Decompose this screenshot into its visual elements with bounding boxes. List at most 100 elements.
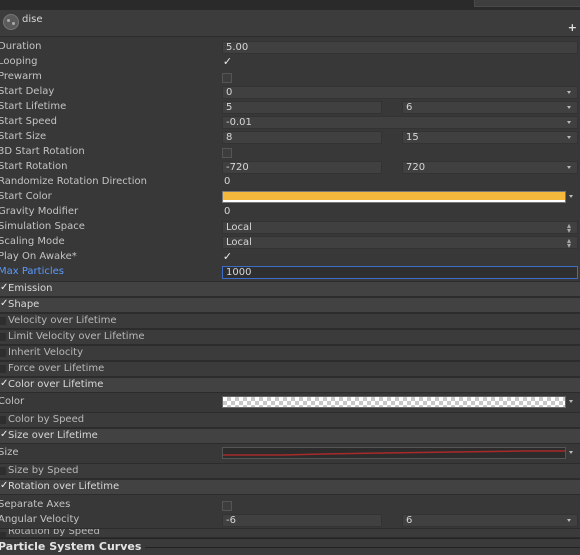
color-gradient-field[interactable] bbox=[222, 396, 566, 408]
start-size-max-field[interactable]: 15 bbox=[402, 131, 578, 144]
up-down-arrows-icon: ▴ ▾ bbox=[566, 236, 571, 250]
prop-start-delay: Start Delay 0 bbox=[0, 85, 580, 100]
module-checkbox[interactable] bbox=[0, 317, 6, 325]
gravity-modifier-value[interactable]: 0 bbox=[224, 206, 230, 217]
add-icon[interactable]: + bbox=[568, 21, 577, 34]
start-color-swatch[interactable] bbox=[222, 191, 566, 203]
angular-velocity-max-field[interactable]: 6 bbox=[402, 514, 578, 527]
scaling-mode-select[interactable]: Local ▴ ▾ bbox=[222, 236, 578, 250]
start-size-min-field[interactable]: 8 bbox=[222, 131, 382, 144]
prop-label: Angular Velocity bbox=[0, 514, 80, 525]
angular-velocity-min-field[interactable]: -6 bbox=[222, 514, 382, 527]
prop-label: Color bbox=[0, 396, 25, 407]
prop-size: Size bbox=[0, 446, 580, 461]
module-checkbox[interactable] bbox=[0, 467, 6, 475]
prop-label: Separate Axes bbox=[0, 499, 71, 510]
dropdown-arrow-icon[interactable] bbox=[567, 106, 571, 109]
prop-play-on-awake: Play On Awake* ✓ bbox=[0, 250, 580, 265]
prop-start-color: Start Color bbox=[0, 190, 580, 205]
module-checkbox[interactable] bbox=[0, 349, 6, 357]
particle-system-curves-bar[interactable]: Particle System Curves bbox=[0, 538, 580, 555]
dropdown-arrow-icon[interactable] bbox=[567, 519, 571, 522]
prewarm-checkbox[interactable] bbox=[222, 73, 232, 83]
prop-label: Max Particles bbox=[0, 266, 65, 277]
start-delay-field[interactable]: 0 bbox=[222, 86, 578, 99]
field-value: Local bbox=[226, 222, 252, 233]
prop-label: 3D Start Rotation bbox=[0, 146, 85, 157]
dropdown-arrow-icon[interactable] bbox=[567, 121, 571, 124]
prop-label: Start Speed bbox=[0, 116, 57, 127]
prop-label: Start Lifetime bbox=[0, 101, 67, 112]
prop-separate-axes: Separate Axes bbox=[0, 498, 580, 513]
module-size-over-lifetime[interactable]: ✓ Size over Lifetime bbox=[0, 428, 580, 444]
module-limit-velocity[interactable]: Limit Velocity over Lifetime bbox=[0, 329, 580, 345]
module-size-by-speed[interactable]: Size by Speed bbox=[0, 463, 580, 479]
component-title: dise bbox=[22, 14, 43, 25]
dropdown-arrow-icon[interactable] bbox=[567, 91, 571, 94]
toolbar-tab[interactable] bbox=[474, 0, 580, 7]
up-down-arrows-icon: ▴ ▾ bbox=[566, 221, 571, 235]
prop-start-speed: Start Speed -0.01 bbox=[0, 115, 580, 130]
prop-label: Simulation Space bbox=[0, 221, 85, 232]
start-speed-field[interactable]: -0.01 bbox=[222, 116, 578, 129]
prop-start-size: Start Size 8 15 bbox=[0, 130, 580, 145]
start-lifetime-min-field[interactable]: 5 bbox=[222, 101, 382, 114]
module-color-by-speed[interactable]: Color by Speed bbox=[0, 412, 580, 428]
module-emission[interactable]: ✓ Emission bbox=[0, 281, 580, 297]
prop-scaling-mode: Scaling Mode Local ▴ ▾ bbox=[0, 235, 580, 250]
prop-label: Start Delay bbox=[0, 86, 55, 97]
module-force-over-lifetime[interactable]: Force over Lifetime bbox=[0, 361, 580, 377]
prop-label: Start Rotation bbox=[0, 161, 68, 172]
checkmark-icon[interactable]: ✓ bbox=[222, 56, 233, 67]
size-curve-line bbox=[223, 450, 565, 456]
prop-randomize-rotation: Randomize Rotation Direction 0 bbox=[0, 175, 580, 190]
prop-3d-start-rotation: 3D Start Rotation bbox=[0, 145, 580, 160]
module-color-over-lifetime[interactable]: ✓ Color over Lifetime bbox=[0, 377, 580, 393]
dropdown-arrow-icon[interactable] bbox=[567, 166, 571, 169]
module-shape[interactable]: ✓ Shape bbox=[0, 297, 580, 313]
prop-label: Prewarm bbox=[0, 71, 42, 82]
field-value: 0 bbox=[226, 87, 233, 98]
prop-simulation-space: Simulation Space Local ▴ ▾ bbox=[0, 220, 580, 235]
separate-axes-checkbox[interactable] bbox=[222, 501, 232, 511]
max-particles-field[interactable]: 1000 bbox=[222, 266, 578, 279]
module-checkbox[interactable] bbox=[0, 333, 6, 341]
checkmark-icon[interactable]: ✓ bbox=[222, 251, 233, 262]
prop-label: Start Size bbox=[0, 131, 47, 142]
prop-angular-velocity: Angular Velocity -6 6 bbox=[0, 513, 580, 528]
field-value: 6 bbox=[406, 515, 413, 526]
prop-label: Start Color bbox=[0, 191, 52, 202]
randomize-rotation-value[interactable]: 0 bbox=[224, 176, 230, 187]
module-inherit-velocity[interactable]: Inherit Velocity bbox=[0, 345, 580, 361]
prop-color: Color bbox=[0, 395, 580, 410]
prop-duration: Duration 5.00 bbox=[0, 40, 580, 55]
module-rotation-over-lifetime[interactable]: ✓ Rotation over Lifetime bbox=[0, 479, 580, 495]
dropdown-arrow-icon[interactable] bbox=[569, 195, 573, 198]
particle-system-icon bbox=[3, 14, 19, 30]
duration-field[interactable]: 5.00 bbox=[222, 41, 578, 54]
module-checkbox[interactable] bbox=[0, 365, 6, 373]
dropdown-arrow-icon[interactable] bbox=[569, 400, 573, 403]
module-checkbox[interactable] bbox=[0, 416, 6, 424]
dropdown-arrow-icon[interactable] bbox=[567, 136, 571, 139]
prop-label: Randomize Rotation Direction bbox=[0, 176, 147, 187]
start-rotation-min-field[interactable]: -720 bbox=[222, 161, 382, 174]
divider bbox=[145, 547, 580, 548]
prop-label: Duration bbox=[0, 41, 42, 52]
start-rotation-max-field[interactable]: 720 bbox=[402, 161, 578, 174]
size-curve-field[interactable] bbox=[222, 447, 566, 459]
prop-label: Size bbox=[0, 447, 19, 458]
field-value: 6 bbox=[406, 102, 413, 113]
field-value: -0.01 bbox=[226, 117, 252, 128]
module-rotation-by-speed[interactable]: Rotation by Speed bbox=[0, 528, 580, 538]
curves-title: Particle System Curves bbox=[0, 540, 142, 553]
module-velocity-over-lifetime[interactable]: Velocity over Lifetime bbox=[0, 313, 580, 329]
3d-start-rotation-checkbox[interactable] bbox=[222, 148, 232, 158]
component-header[interactable]: dise + bbox=[0, 10, 580, 37]
start-lifetime-max-field[interactable]: 6 bbox=[402, 101, 578, 114]
simulation-space-select[interactable]: Local ▴ ▾ bbox=[222, 221, 578, 235]
field-value: Local bbox=[226, 237, 252, 248]
prop-label: Scaling Mode bbox=[0, 236, 65, 247]
dropdown-arrow-icon[interactable] bbox=[569, 451, 573, 454]
prop-start-lifetime: Start Lifetime 5 6 bbox=[0, 100, 580, 115]
